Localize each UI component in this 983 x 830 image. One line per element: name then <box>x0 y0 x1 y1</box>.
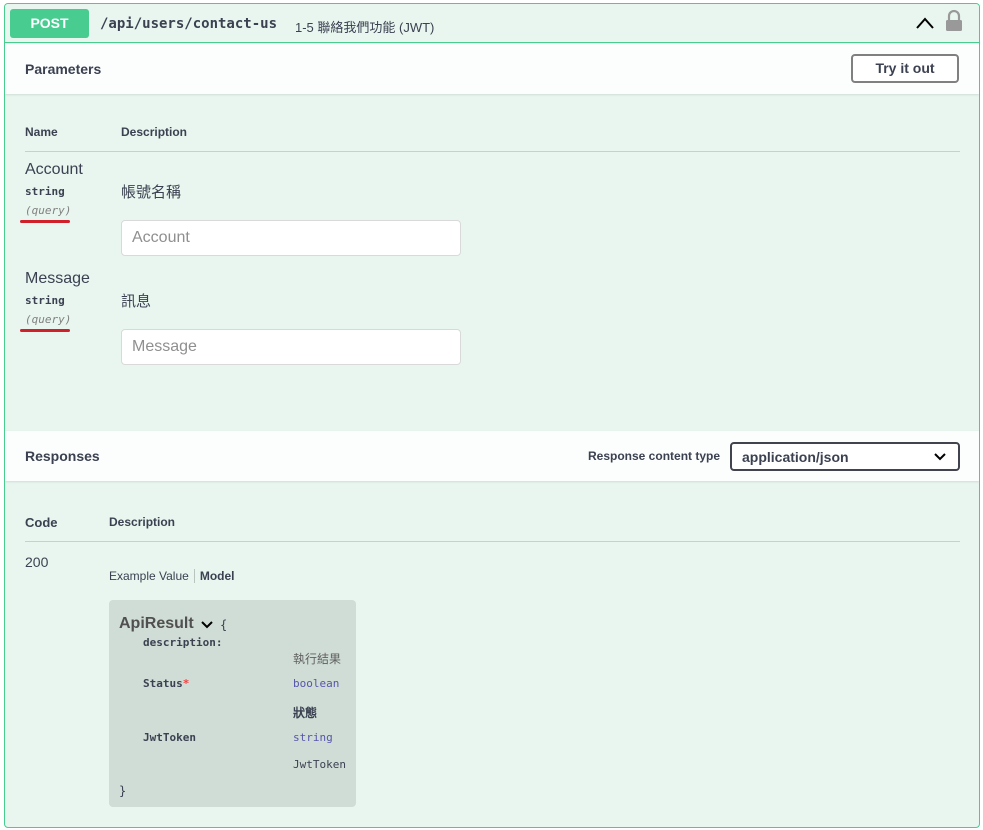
parameters-title: Parameters <box>25 61 102 77</box>
required-marker: * <box>182 677 190 690</box>
description-column-header: Description <box>121 125 188 139</box>
response-content-type-value: application/json <box>742 449 849 465</box>
model-prop-key: description: <box>143 636 223 649</box>
responses-title: Responses <box>25 448 100 464</box>
param-description-account: 帳號名稱 <box>121 184 182 201</box>
parameters-header: Parameters Try it out <box>5 44 979 94</box>
param-description-message: 訊息 <box>121 293 152 310</box>
model-prop-description: 狀態 <box>293 706 318 720</box>
method-badge: POST <box>10 9 89 38</box>
model-prop-key: JwtToken <box>143 731 196 744</box>
try-it-out-button[interactable]: Try it out <box>851 54 959 83</box>
operation-path: /api/users/contact-us <box>100 16 278 32</box>
chevron-down-icon[interactable] <box>201 620 213 629</box>
message-input[interactable] <box>121 329 461 365</box>
chevron-down-icon <box>934 453 946 461</box>
operation-summary-text: 1-5 聯絡我們功能 (JWT) <box>295 20 435 35</box>
response-tabs: Example Value Model <box>109 569 235 583</box>
param-name-account: Account <box>25 161 83 178</box>
lock-icon[interactable] <box>945 10 963 32</box>
chevron-up-icon[interactable] <box>915 16 935 30</box>
param-in-message: (query) <box>25 313 72 326</box>
model-schema-box: ApiResult { description: 執行結果 Status* bo… <box>109 600 356 807</box>
param-name-message: Message <box>25 270 90 287</box>
operation-summary[interactable]: POST /api/users/contact-us 1-5 聯絡我們功能 (J… <box>5 4 979 43</box>
highlight-underline <box>20 329 70 332</box>
code-column-header: Code <box>25 515 58 530</box>
model-prop-key: Status* <box>143 677 189 690</box>
response-content-type-label: Response content type <box>588 449 721 463</box>
model-prop-key-text: Status <box>143 677 183 690</box>
model-prop-value: 執行結果 <box>293 652 342 666</box>
model-close-brace: } <box>119 784 127 798</box>
responses-header: Responses Response content type applicat… <box>5 431 979 481</box>
response-code: 200 <box>25 554 49 570</box>
tab-model[interactable]: Model <box>195 569 235 583</box>
response-content-type-select[interactable]: application/json <box>730 442 960 471</box>
operation-block: POST /api/users/contact-us 1-5 聯絡我們功能 (J… <box>4 3 980 828</box>
model-prop-description: JwtToken <box>293 758 346 771</box>
parameters-divider <box>25 151 960 152</box>
highlight-underline <box>20 220 70 223</box>
param-type-message: string <box>25 294 65 307</box>
model-prop-type: string <box>293 731 333 744</box>
model-open-brace: { <box>220 618 228 632</box>
param-in-account: (query) <box>25 204 72 217</box>
tab-example-value[interactable]: Example Value <box>109 569 195 583</box>
model-name[interactable]: ApiResult <box>119 615 194 633</box>
account-input[interactable] <box>121 220 461 256</box>
model-prop-type: boolean <box>293 677 340 690</box>
response-description-column-header: Description <box>109 515 176 529</box>
name-column-header: Name <box>25 125 58 139</box>
responses-divider <box>25 541 960 542</box>
param-type-account: string <box>25 185 65 198</box>
